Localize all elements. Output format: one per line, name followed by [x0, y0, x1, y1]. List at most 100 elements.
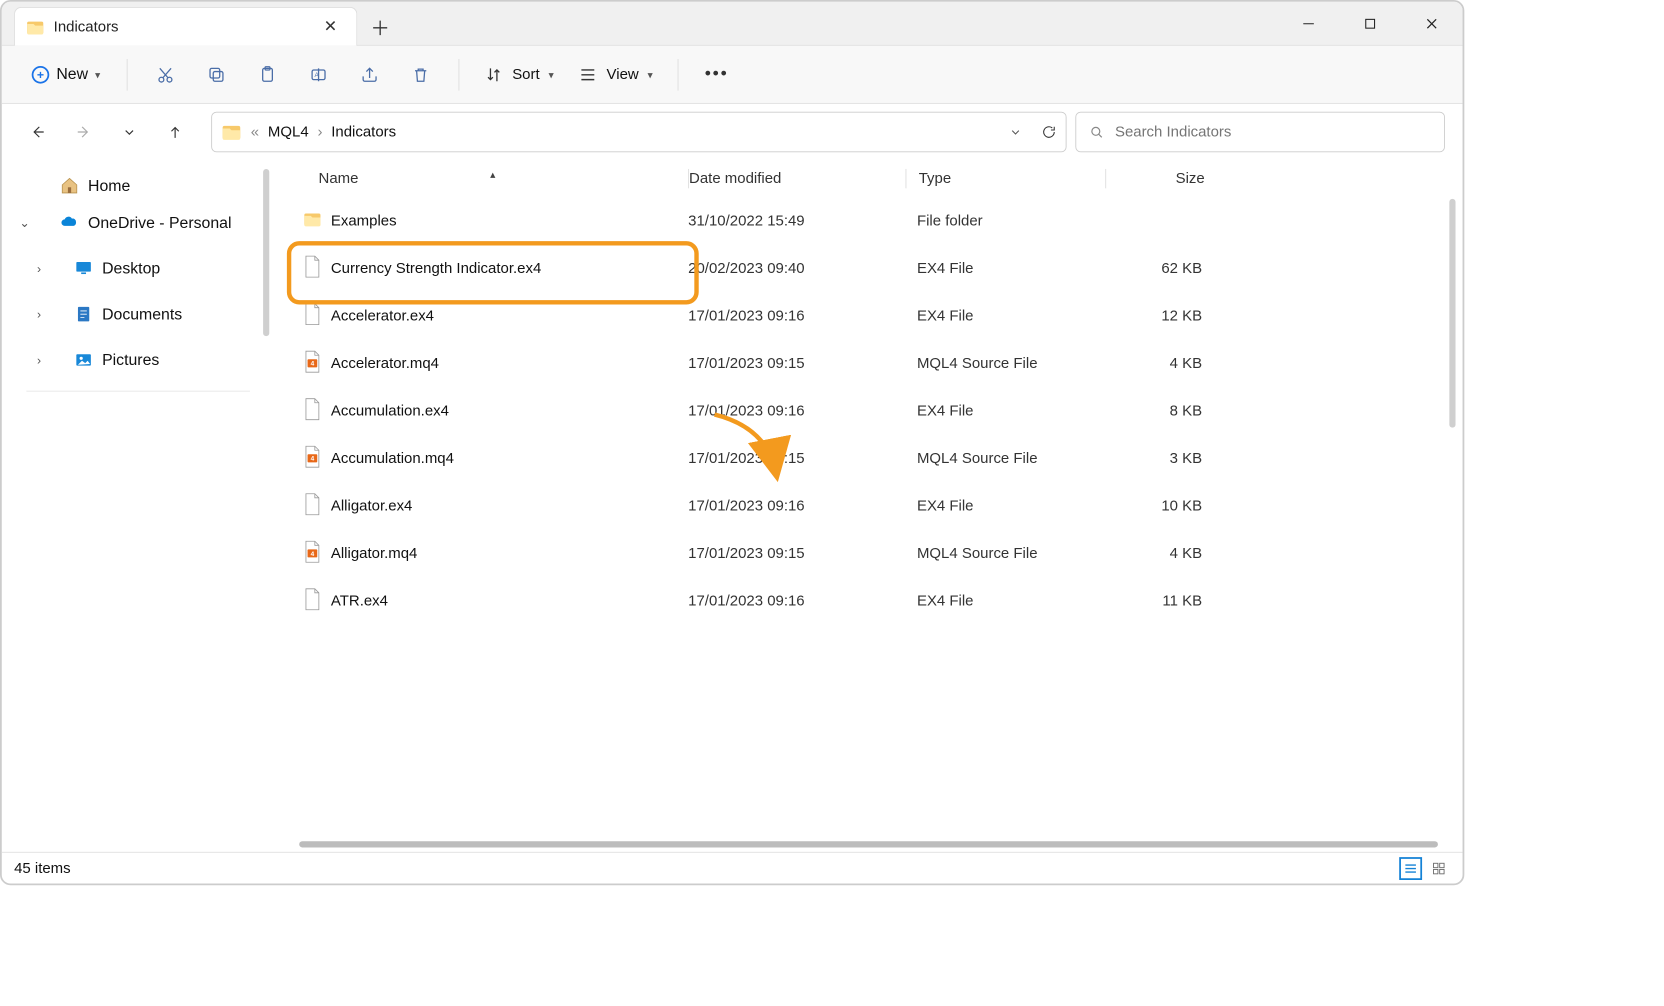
- breadcrumb-part[interactable]: Indicators: [331, 123, 396, 141]
- pictures-icon: [74, 350, 93, 369]
- file-row[interactable]: 4Alligator.mq417/01/2023 09:15MQL4 Sourc…: [275, 530, 1463, 578]
- view-button[interactable]: View ▾: [568, 58, 664, 91]
- rename-button[interactable]: A: [295, 55, 343, 94]
- delete-button[interactable]: [397, 55, 445, 94]
- file-type: EX4 File: [905, 402, 1104, 420]
- file-size: 4 KB: [1104, 545, 1227, 563]
- column-size[interactable]: Size: [1106, 170, 1229, 188]
- share-button[interactable]: [346, 55, 394, 94]
- forward-button[interactable]: [65, 114, 102, 151]
- horizontal-scrollbar[interactable]: [299, 841, 1438, 847]
- chevron-down-icon[interactable]: [1008, 124, 1024, 140]
- new-tab-button[interactable]: ＋: [363, 10, 398, 45]
- file-row[interactable]: Accumulation.ex417/01/2023 09:16EX4 File…: [275, 387, 1463, 435]
- sidebar-desktop[interactable]: › Desktop: [2, 250, 275, 287]
- chevron-down-icon: ▾: [648, 68, 653, 80]
- nav-bar: « MQL4 › Indicators: [2, 104, 1463, 160]
- column-type[interactable]: Type: [906, 170, 1105, 188]
- svg-text:4: 4: [311, 455, 315, 462]
- cut-button[interactable]: [142, 55, 190, 94]
- back-button[interactable]: [19, 114, 56, 151]
- file-icon: [303, 491, 322, 520]
- status-count: 45 items: [14, 859, 71, 877]
- file-name: Accelerator.mq4: [331, 355, 439, 373]
- copy-button[interactable]: [193, 55, 241, 94]
- file-type: MQL4 Source File: [905, 545, 1104, 563]
- chevron-down-icon: ▾: [95, 68, 100, 80]
- paste-button[interactable]: [244, 55, 292, 94]
- file-size: 4 KB: [1104, 355, 1227, 373]
- file-row[interactable]: ATR.ex417/01/2023 09:16EX4 File11 KB: [275, 577, 1463, 625]
- file-row[interactable]: Currency Strength Indicator.ex420/02/202…: [275, 245, 1463, 293]
- file-row[interactable]: Examples31/10/2022 15:49File folder: [275, 197, 1463, 245]
- file-row[interactable]: 4Accelerator.mq417/01/2023 09:15MQL4 Sou…: [275, 340, 1463, 388]
- file-type: EX4 File: [905, 592, 1104, 610]
- file-date: 17/01/2023 09:15: [688, 545, 904, 563]
- column-headers: Name ▴ Date modified Type Size: [275, 160, 1463, 197]
- file-row[interactable]: Accelerator.ex417/01/2023 09:16EX4 File1…: [275, 292, 1463, 340]
- thumbnails-view-button[interactable]: [1427, 857, 1450, 880]
- expand-icon[interactable]: ›: [37, 261, 41, 275]
- more-button[interactable]: •••: [692, 57, 740, 91]
- svg-text:4: 4: [311, 360, 315, 367]
- sidebar-onedrive[interactable]: ⌄ OneDrive - Personal: [2, 204, 275, 241]
- recent-locations-button[interactable]: [111, 114, 148, 151]
- details-view-button[interactable]: [1399, 857, 1422, 880]
- tab-close-button[interactable]: ✕: [317, 14, 344, 40]
- search-input[interactable]: [1115, 123, 1432, 141]
- close-button[interactable]: [1401, 2, 1463, 46]
- expand-icon[interactable]: ›: [37, 353, 41, 367]
- explorer-window: Indicators ✕ ＋ + New ▾: [0, 0, 1464, 885]
- search-box[interactable]: [1075, 112, 1445, 152]
- file-name: Accelerator.ex4: [331, 307, 434, 325]
- column-name-label: Name: [319, 170, 359, 187]
- sidebar-item-label: Pictures: [102, 351, 159, 369]
- file-name-cell: Currency Strength Indicator.ex4: [275, 254, 689, 283]
- folder-icon: [221, 121, 242, 142]
- vertical-scrollbar[interactable]: [1449, 199, 1455, 428]
- refresh-button[interactable]: [1041, 124, 1057, 140]
- desktop-icon: [74, 259, 93, 278]
- expand-icon[interactable]: ›: [37, 307, 41, 321]
- file-icon: [303, 206, 322, 235]
- file-type: File folder: [905, 212, 1104, 230]
- sidebar-documents[interactable]: › Documents: [2, 296, 275, 333]
- file-row[interactable]: Alligator.ex417/01/2023 09:16EX4 File10 …: [275, 482, 1463, 530]
- file-date: 17/01/2023 09:15: [688, 450, 904, 468]
- file-name-cell: 4 Accelerator.mq4: [275, 349, 689, 378]
- file-date: 17/01/2023 09:16: [688, 497, 904, 515]
- file-icon: [303, 396, 322, 425]
- tab-indicators[interactable]: Indicators ✕: [14, 7, 357, 46]
- address-bar[interactable]: « MQL4 › Indicators: [211, 112, 1066, 152]
- file-date: 17/01/2023 09:16: [688, 307, 904, 325]
- breadcrumb: « MQL4 › Indicators: [251, 123, 396, 141]
- maximize-button[interactable]: [1339, 2, 1401, 46]
- expand-icon[interactable]: ⌄: [19, 215, 29, 230]
- sort-button[interactable]: Sort ▾: [473, 58, 564, 91]
- folder-icon: [26, 17, 45, 36]
- column-date[interactable]: Date modified: [689, 170, 905, 188]
- file-icon: [303, 254, 322, 283]
- column-type-label: Type: [919, 170, 951, 187]
- sidebar-home[interactable]: Home: [2, 167, 275, 204]
- view-toggle: [1399, 857, 1450, 880]
- column-name[interactable]: Name ▴: [275, 170, 689, 188]
- file-row[interactable]: 4Accumulation.mq417/01/2023 09:15MQL4 So…: [275, 435, 1463, 483]
- new-button[interactable]: + New ▾: [19, 58, 112, 91]
- sidebar-pictures[interactable]: › Pictures: [2, 341, 275, 378]
- sort-icon: [484, 65, 503, 84]
- sidebar-item-label: Documents: [102, 305, 182, 323]
- window-controls: [1278, 2, 1463, 46]
- sidebar-item-label: Home: [88, 176, 130, 194]
- minimize-button[interactable]: [1278, 2, 1340, 46]
- toolbar-separator: [127, 59, 128, 91]
- breadcrumb-ellipsis[interactable]: «: [251, 123, 259, 141]
- file-type: EX4 File: [905, 497, 1104, 515]
- up-button[interactable]: [157, 114, 194, 151]
- sidebar-item-label: Desktop: [102, 259, 160, 277]
- chevron-down-icon: ▾: [548, 68, 553, 80]
- file-name-cell: ATR.ex4: [275, 587, 689, 616]
- onedrive-icon: [60, 213, 79, 232]
- breadcrumb-part[interactable]: MQL4: [268, 123, 309, 141]
- file-date: 17/01/2023 09:16: [688, 402, 904, 420]
